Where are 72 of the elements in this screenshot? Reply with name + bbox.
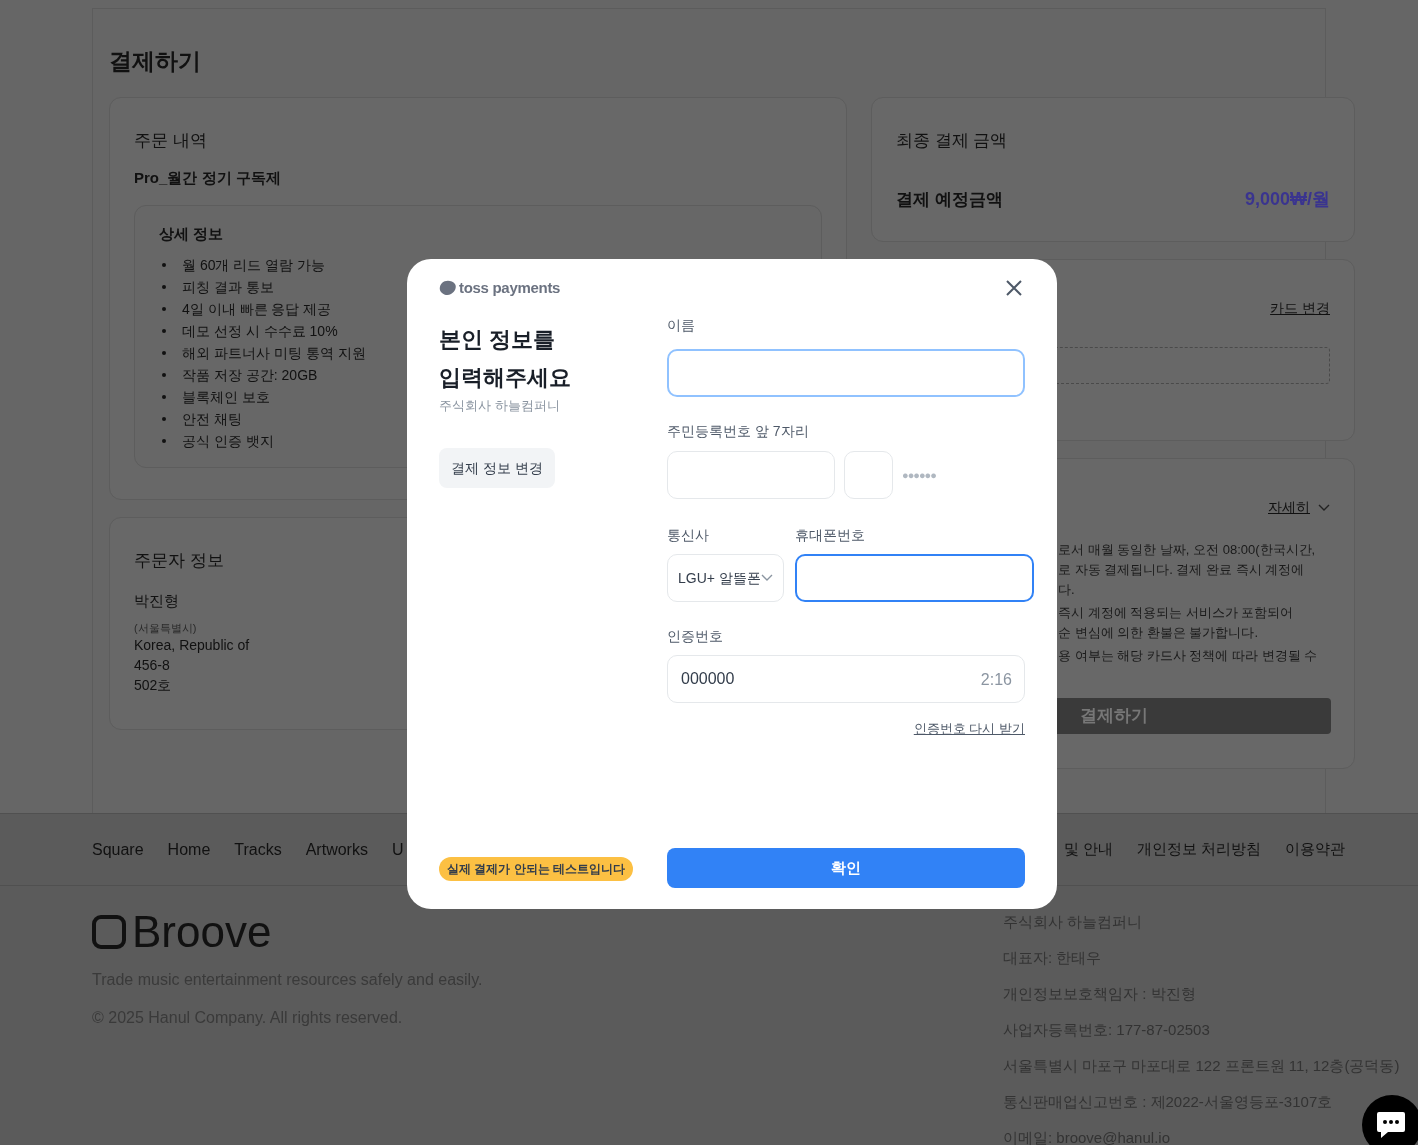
field-label: 이름 [667, 316, 696, 335]
card-heading: 최종 결제 금액 [896, 130, 1008, 152]
bullet-icon [162, 307, 166, 311]
footer-nav-link[interactable]: Artworks [305, 837, 368, 862]
product-name: Pro_월간 정기 구독제 [134, 168, 281, 188]
bullet-icon [162, 417, 166, 421]
card-heading: 주문 내역 [134, 130, 207, 152]
test-mode-badge: 실제 결제가 안되는 테스트입니다 [439, 856, 633, 881]
address-line: 502호 [134, 676, 172, 695]
feature-item: 4일 이내 빠른 응답 제공 [182, 299, 332, 319]
feature-item: 공식 인증 뱃지 [182, 431, 274, 451]
footer-nav-link[interactable]: 이용약관 [1285, 838, 1346, 861]
gender-digit-input-field[interactable] [844, 451, 893, 499]
carrier-select[interactable]: LGU+ 알뜰폰 [667, 554, 784, 602]
feature-item: 피칭 결과 통보 [182, 277, 274, 297]
notice-text-line: 다. [1058, 581, 1076, 599]
feature-item: 안전 채팅 [182, 409, 242, 429]
brand-wordmark: Broove [132, 910, 272, 954]
bullet-icon [162, 285, 166, 289]
close-icon[interactable] [1005, 279, 1023, 297]
feature-item: 블록체인 보호 [182, 387, 270, 407]
bullet-icon [162, 329, 166, 333]
bullet-icon [162, 351, 166, 355]
feature-item: 데모 선정 시 수수료 10% [182, 321, 338, 341]
chevron-down-icon [760, 574, 773, 582]
card-change-link[interactable]: 카드 변경 [1270, 298, 1330, 319]
bullet-icon [162, 395, 166, 399]
toss-brand: toss payments [459, 277, 561, 298]
page-title: 결제하기 [109, 47, 202, 75]
notice-text-line: 즉시 계정에 적용되는 서비스가 포함되어 [1058, 604, 1295, 622]
feature-item: 해외 파트너사 미팅 통역 지원 [182, 343, 366, 363]
footer-nav-link[interactable]: U [391, 837, 404, 862]
details-link[interactable]: 자세히 [1268, 497, 1310, 518]
field-label: 휴대폰번호 [794, 526, 866, 545]
card-heading: 주문자 정보 [134, 550, 224, 572]
address-line: Korea, Republic of [134, 636, 250, 655]
merchant-name: 주식회사 하늘컴퍼니 [439, 397, 561, 415]
notice-text-line: 로서 매월 동일한 날짜, 오전 08:00(한국시간, [1058, 541, 1317, 559]
bullet-icon [162, 263, 166, 267]
brand-logo-icon [92, 915, 126, 949]
details-heading: 상세 정보 [159, 224, 224, 244]
field-label: 주민등록번호 앞 7자리 [667, 422, 810, 441]
chat-bubble-icon [1376, 1111, 1406, 1139]
phone-input-field[interactable] [794, 554, 1034, 602]
modal-title-line: 입력해주세요 [439, 364, 572, 392]
footer-nav-link[interactable]: Tracks [234, 837, 282, 862]
chevron-down-icon [1318, 503, 1330, 512]
toss-logo-icon [439, 280, 457, 296]
confirm-button[interactable]: 확인 [667, 848, 1025, 888]
change-info-button[interactable]: 결제 정보 변경 [439, 448, 555, 488]
masked-digits: ●●●●●● [902, 467, 936, 483]
bullet-icon [162, 439, 166, 443]
footer-nav-link[interactable]: 개인정보 처리방침 [1137, 838, 1262, 861]
field-label: 통신사 [667, 526, 710, 545]
orderer-name: 박진형 [134, 591, 179, 611]
address-line: 456-8 [134, 656, 170, 675]
amount-label: 결제 예정금액 [896, 188, 1003, 211]
feature-item: 월 60개 리드 열람 가능 [182, 255, 326, 275]
address-region: (서울특별시) [134, 621, 197, 635]
bullet-icon [162, 373, 166, 377]
name-input-field[interactable] [667, 349, 1025, 397]
footer-nav-link[interactable]: 및 안내 [1064, 838, 1114, 861]
footer-nav-link[interactable]: Square [92, 837, 144, 862]
field-label: 인증번호 [667, 627, 724, 646]
notice-text-line: 순 변심에 의한 환불은 불가합니다. [1058, 624, 1260, 642]
notice-text-line: 용 여부는 해당 카드사 정책에 따라 변경될 수 [1058, 647, 1319, 665]
countdown-timer: 2:16 [980, 670, 1012, 690]
feature-item: 작품 저장 공간: 20GB [182, 365, 318, 385]
notice-text-line: 로 자동 결제됩니다. 결제 완료 즉시 계정에 [1058, 561, 1306, 579]
footer-nav-link[interactable]: Home [167, 837, 211, 862]
modal-title-line: 본인 정보를 [439, 326, 557, 354]
birthdate-input-field[interactable] [667, 451, 835, 499]
